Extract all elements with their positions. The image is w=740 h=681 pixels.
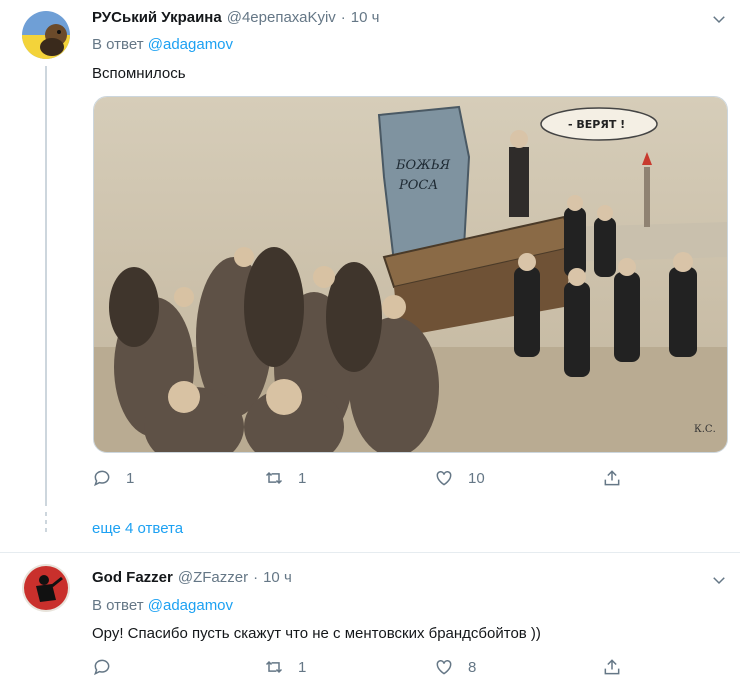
like-button[interactable]: 10	[434, 468, 485, 488]
reply-count: 1	[126, 469, 135, 487]
share-button[interactable]	[602, 657, 622, 677]
like-count: 8	[468, 658, 477, 676]
display-name[interactable]: РУСький Украина	[92, 9, 222, 26]
like-count: 10	[468, 469, 485, 487]
reply-icon	[94, 470, 110, 487]
tweet-text: Вспомнилось	[92, 65, 186, 82]
retweet-button[interactable]: 1	[264, 657, 306, 677]
retweet-button[interactable]: 1	[264, 468, 306, 488]
show-more-replies[interactable]: еще 4 ответа	[0, 504, 740, 553]
retweet-icon	[265, 471, 283, 485]
tweet-actions: 1 8	[92, 657, 652, 681]
separator: ·	[340, 9, 346, 26]
reply-context: В ответ @adagamov	[92, 36, 233, 53]
timestamp[interactable]: 10 ч	[351, 9, 380, 26]
artist-signature: К.С.	[694, 424, 716, 435]
avatar[interactable]	[22, 564, 70, 612]
tablet-caption-line2: РОСА	[398, 178, 438, 193]
retweet-count: 1	[298, 469, 307, 487]
like-icon	[436, 470, 452, 486]
like-icon	[436, 659, 452, 675]
tweet[interactable]: РУСький Украина @4ерепахаKyiv · 10 ч В о…	[0, 0, 740, 506]
tweet-actions: 1 1 10	[92, 468, 652, 492]
reply-mention-link[interactable]: @adagamov	[148, 597, 233, 614]
reply-prefix: В ответ	[92, 597, 144, 614]
retweet-icon	[265, 660, 283, 674]
tablet-caption-line1: БОЖЬЯ	[395, 158, 451, 173]
chevron-down-icon[interactable]	[710, 571, 728, 589]
reply-context: В ответ @adagamov	[92, 597, 233, 614]
tweet[interactable]: God Fazzer @ZFazzer · 10 ч В ответ @adag…	[0, 553, 740, 680]
reply-mention-link[interactable]: @adagamov	[148, 36, 233, 53]
retweet-count: 1	[298, 658, 307, 676]
user-handle[interactable]: @4ерепахаKyiv	[227, 9, 336, 26]
speech-bubble-text: - ВЕРЯТ !	[568, 118, 625, 131]
timestamp[interactable]: 10 ч	[263, 569, 292, 586]
more-replies-link[interactable]: еще 4 ответа	[92, 520, 183, 537]
tweet-media-image[interactable]: БОЖЬЯ РОСА - ВЕРЯТ ! К.С.	[93, 96, 728, 453]
tweet-header: РУСький Украина @4ерепахаKyiv · 10 ч	[92, 9, 379, 26]
separator: ·	[253, 569, 259, 586]
tweet-text: Ору! Спасибо пусть скажут что не с менто…	[92, 625, 541, 642]
display-name[interactable]: God Fazzer	[92, 569, 173, 586]
reply-prefix: В ответ	[92, 36, 144, 53]
share-icon	[604, 659, 620, 675]
thread-line	[45, 66, 47, 506]
like-button[interactable]: 8	[434, 657, 476, 677]
reply-button[interactable]	[92, 657, 126, 677]
avatar[interactable]	[22, 11, 70, 59]
cartoon-illustration: БОЖЬЯ РОСА - ВЕРЯТ ! К.С.	[94, 97, 727, 452]
share-button[interactable]	[602, 468, 622, 488]
reply-button[interactable]: 1	[92, 468, 134, 488]
thread-dots	[45, 512, 47, 536]
share-icon	[604, 470, 620, 486]
user-handle[interactable]: @ZFazzer	[178, 569, 248, 586]
tweet-header: God Fazzer @ZFazzer · 10 ч	[92, 569, 292, 586]
chevron-down-icon[interactable]	[710, 10, 728, 28]
reply-icon	[94, 659, 110, 676]
